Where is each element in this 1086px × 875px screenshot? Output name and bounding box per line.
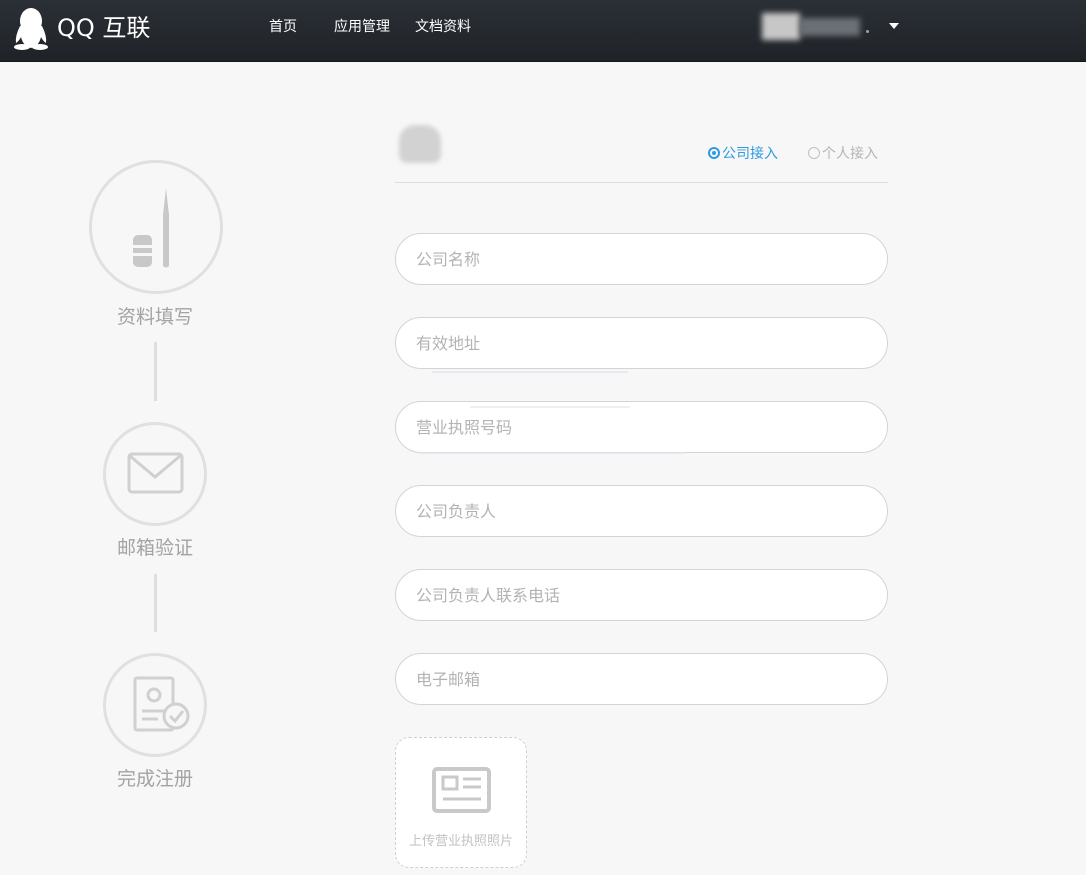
business-license-number-input[interactable] <box>395 401 888 453</box>
representative-phone-input[interactable] <box>395 569 888 621</box>
step-3-label: 完成注册 <box>116 768 193 790</box>
user-name-blurred[interactable] <box>800 18 860 36</box>
nav-home[interactable]: 首页 <box>269 0 297 61</box>
step-2-label: 邮箱验证 <box>116 537 193 559</box>
account-avatar-blurred <box>399 125 441 163</box>
email-input[interactable] <box>395 653 888 705</box>
radio-personal-label: 个人接入 <box>822 146 878 162</box>
form-header-divider <box>395 182 888 183</box>
nav-documentation[interactable]: 文档资料 <box>415 0 471 61</box>
upload-label: 上传营业执照照片 <box>408 834 513 849</box>
top-nav-bar: QQ 互联 首页 应用管理 文档资料 <box>0 0 1086 62</box>
envelope-icon <box>127 452 184 494</box>
company-name-input[interactable] <box>395 233 888 285</box>
pencil-icon <box>133 188 169 268</box>
step-connector-1 <box>154 342 157 401</box>
id-card-icon <box>432 767 491 813</box>
radio-personal-access[interactable]: 个人接入 <box>808 144 878 164</box>
step-1-circle <box>89 160 223 294</box>
scribble-stroke <box>470 406 630 408</box>
company-address-input[interactable] <box>395 317 888 369</box>
nav-app-management[interactable]: 应用管理 <box>334 0 390 61</box>
step-2-circle <box>103 422 207 526</box>
brand-title[interactable]: QQ 互联 <box>57 13 150 43</box>
radio-company-access[interactable]: 公司接入 <box>708 144 778 164</box>
step-3-circle <box>103 653 207 757</box>
company-representative-input[interactable] <box>395 485 888 537</box>
user-separator <box>866 30 869 33</box>
radio-unselected-icon[interactable] <box>808 147 820 159</box>
user-avatar-blurred[interactable] <box>762 13 800 40</box>
qq-penguin-logo-icon[interactable] <box>12 6 50 50</box>
user-menu-caret-icon[interactable] <box>889 23 899 29</box>
radio-company-label: 公司接入 <box>722 146 778 162</box>
radio-selected-icon[interactable] <box>708 147 720 159</box>
scribble-stroke <box>420 452 685 454</box>
step-1-label: 资料填写 <box>116 306 193 328</box>
certificate-check-icon <box>133 676 190 732</box>
scribble-stroke <box>432 371 628 373</box>
step-connector-2 <box>154 574 157 632</box>
upload-license-photo-button[interactable]: 上传营业执照照片 <box>395 737 527 868</box>
